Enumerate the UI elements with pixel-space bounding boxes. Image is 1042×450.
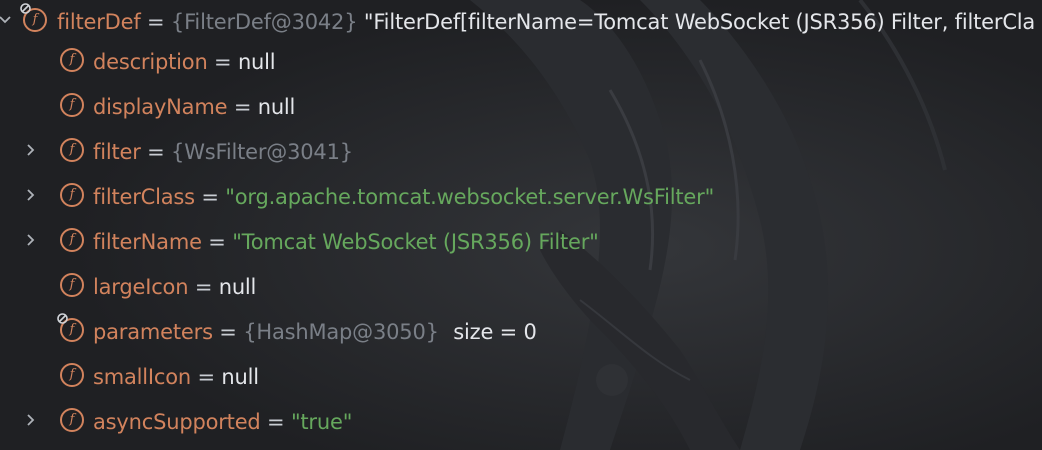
field-text: largeIcon = null	[93, 265, 256, 310]
collection-size: size = 0	[453, 320, 537, 344]
equals-sign: =	[233, 95, 252, 119]
field-text: filterName = "Tomcat WebSocket (JSR356) …	[93, 220, 599, 265]
tree-row-field[interactable]: f displayName = null	[0, 85, 1042, 130]
object-ref: {FilterDef@3042}	[170, 10, 358, 34]
field-text: filterClass = "org.apache.tomcat.websock…	[93, 175, 714, 220]
lock-icon	[19, 2, 32, 15]
tree-row-field[interactable]: f description = null	[0, 40, 1042, 85]
field-name: filterDef	[57, 10, 141, 34]
field-value: null	[221, 365, 259, 389]
equals-sign: =	[147, 140, 165, 164]
equals-sign: =	[214, 50, 232, 74]
field-value: null	[218, 275, 257, 299]
equals-sign: =	[201, 185, 219, 209]
field-icon: f	[60, 138, 84, 162]
field-icon: f	[60, 228, 84, 252]
field-name: largeIcon	[93, 275, 189, 299]
field-icon: f	[57, 313, 84, 342]
field-text: description = null	[93, 40, 276, 85]
tree-row-field[interactable]: f smallIcon = null	[0, 355, 1042, 400]
field-text: filter = {WsFilter@3041}	[93, 130, 353, 175]
field-icon: f	[60, 408, 84, 432]
field-name: filterName	[93, 230, 202, 254]
field-icon: f	[60, 183, 84, 207]
equals-sign: =	[194, 275, 213, 299]
field-text: asyncSupported = "true"	[93, 400, 352, 445]
equals-sign: =	[208, 230, 226, 254]
root-field-text: filterDef = {FilterDef@3042} "FilterDef[…	[57, 0, 1035, 45]
field-value: {HashMap@3050}	[243, 320, 439, 344]
chevron-down-icon[interactable]	[0, 11, 14, 29]
field-icon: f	[60, 363, 84, 387]
variables-tree: f filterDef = {FilterDef@3042} "FilterDe…	[0, 0, 1042, 450]
tree-row-field[interactable]: f largeIcon = null	[0, 265, 1042, 310]
field-value: null	[237, 50, 276, 74]
tree-row-field[interactable]: f filterName = "Tomcat WebSocket (JSR356…	[0, 220, 1042, 265]
equals-sign: =	[147, 10, 165, 34]
field-name: filter	[93, 140, 141, 164]
equals-sign: =	[219, 320, 237, 344]
equals-sign: =	[197, 365, 216, 389]
field-name: smallIcon	[93, 365, 192, 389]
field-icon: f	[20, 3, 47, 32]
tree-row-field[interactable]: f parameters = {HashMap@3050} size = 0	[0, 310, 1042, 355]
field-text: smallIcon = null	[93, 355, 259, 400]
tree-row-field[interactable]: f filter = {WsFilter@3041}	[0, 130, 1042, 175]
field-text: displayName = null	[93, 85, 295, 130]
field-icon: f	[60, 93, 84, 117]
field-icon: f	[60, 273, 84, 297]
tree-row-field[interactable]: f asyncSupported = "true"	[0, 400, 1042, 445]
tree-row-root[interactable]: f filterDef = {FilterDef@3042} "FilterDe…	[0, 0, 1042, 45]
field-value: "org.apache.tomcat.websocket.server.WsFi…	[225, 185, 715, 209]
field-name: asyncSupported	[93, 410, 261, 434]
chevron-right-icon[interactable]	[22, 141, 40, 159]
chevron-right-icon[interactable]	[22, 231, 40, 249]
lock-icon	[56, 312, 69, 325]
field-text: parameters = {HashMap@3050} size = 0	[93, 310, 537, 355]
field-name: displayName	[93, 95, 228, 119]
field-icon: f	[60, 48, 84, 72]
object-summary: "FilterDef[filterName=Tomcat WebSocket (…	[363, 10, 1036, 34]
field-name: filterClass	[93, 185, 195, 209]
field-value: {WsFilter@3041}	[171, 140, 353, 164]
equals-sign: =	[267, 410, 285, 434]
field-name: parameters	[93, 320, 213, 344]
tree-row-field[interactable]: f filterClass = "org.apache.tomcat.webso…	[0, 175, 1042, 220]
field-value: null	[257, 95, 296, 119]
field-name: description	[93, 50, 208, 74]
field-value: "Tomcat WebSocket (JSR356) Filter"	[232, 230, 599, 254]
field-value: "true"	[290, 410, 353, 434]
chevron-right-icon[interactable]	[22, 186, 40, 204]
chevron-right-icon[interactable]	[22, 411, 40, 429]
